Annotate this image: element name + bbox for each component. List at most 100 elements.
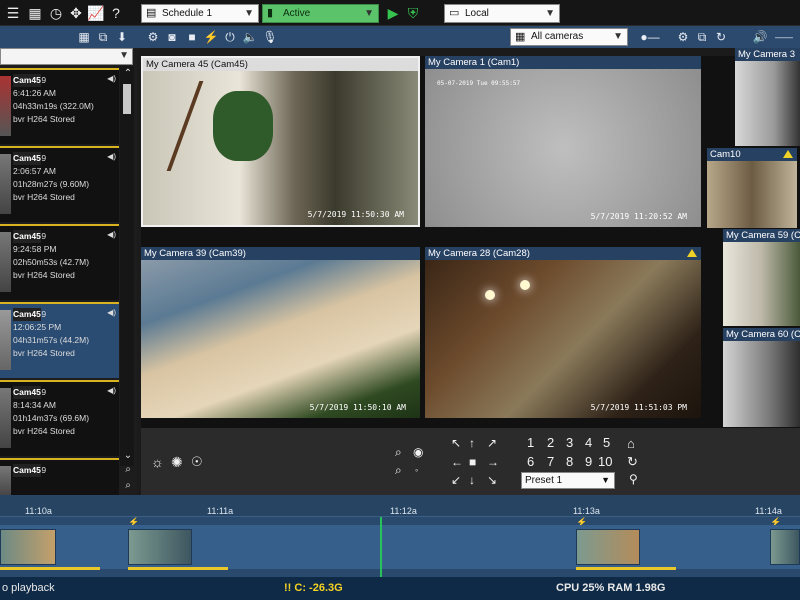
- preset-button[interactable]: 10: [598, 454, 612, 469]
- timeline-track[interactable]: [0, 525, 800, 570]
- clip-item[interactable]: Cam45 5/6/2019 8:14:34 AM 01h14m37s (69.…: [0, 380, 119, 456]
- stats-chart-icon[interactable]: 📈: [87, 4, 105, 22]
- volume-icon[interactable]: 🔊: [752, 28, 768, 46]
- menu-list-icon[interactable]: ☰: [4, 4, 22, 22]
- disk-warning[interactable]: !! C: -26.3G: [284, 577, 343, 600]
- preset-button[interactable]: 9: [585, 454, 592, 469]
- clip-camera: Cam45: [13, 230, 41, 243]
- pan-down-left-icon[interactable]: ↙: [451, 473, 461, 487]
- chevron-down-icon: ▼: [244, 8, 254, 19]
- scroll-down-icon[interactable]: ⌄: [122, 450, 134, 461]
- clip-filter-dropdown[interactable]: ▼: [0, 48, 133, 65]
- camera-tile-cam28[interactable]: My Camera 28 (Cam28) 5/7/2019 11:51:03 P…: [425, 247, 701, 418]
- preset-button[interactable]: 4: [585, 435, 592, 450]
- timeline-clip-thumbnail[interactable]: [770, 529, 800, 565]
- camera-group-dropdown[interactable]: ▦ All cameras ▼: [510, 28, 628, 46]
- copy-icon[interactable]: ⧉: [694, 28, 710, 46]
- preset-dropdown[interactable]: Preset 1 ▼: [521, 472, 615, 489]
- location-pin-icon[interactable]: ⚲: [629, 472, 638, 486]
- record-icon[interactable]: ■: [184, 28, 200, 46]
- camera-snapshot-icon[interactable]: ◙: [164, 28, 180, 46]
- preset-button[interactable]: 3: [566, 435, 573, 450]
- preset-button[interactable]: 1: [527, 435, 534, 450]
- status-dropdown[interactable]: ▮ Active ▼: [262, 4, 379, 23]
- clip-item[interactable]: Cam45 5/5/2019: [0, 458, 119, 496]
- camera-tile-cam59[interactable]: My Camera 59 (C: [723, 229, 800, 326]
- clip-item[interactable]: Cam45 5/7/2019 6:41:26 AM 04h33m19s (322…: [0, 68, 119, 144]
- power-icon[interactable]: ⏻: [222, 28, 238, 46]
- play-icon[interactable]: ▶: [384, 4, 402, 22]
- volume-slider[interactable]: ——: [772, 28, 796, 46]
- move-icon[interactable]: ✥: [67, 4, 85, 22]
- camera-tile-cam3[interactable]: My Camera 3: [735, 48, 800, 146]
- ptz-home-icon[interactable]: ■: [469, 455, 476, 469]
- camera-title: My Camera 59 (C: [723, 229, 800, 242]
- mute-icon[interactable]: 🔈: [242, 28, 258, 46]
- focus-icon[interactable]: ◦: [415, 465, 418, 475]
- refresh-icon[interactable]: ↻: [627, 454, 638, 470]
- download-icon[interactable]: ⬇: [114, 28, 130, 46]
- microphone-icon[interactable]: 🎙: [262, 28, 278, 46]
- camera-tile-cam45[interactable]: My Camera 45 (Cam45) 5/7/2019 11:50:30 A…: [141, 56, 420, 227]
- timeline-clip-thumbnail[interactable]: [128, 529, 192, 565]
- scroll-up-icon[interactable]: ⌃: [122, 68, 134, 79]
- brightness-icon[interactable]: ☼: [151, 454, 164, 470]
- timeline-clip-thumbnail[interactable]: [576, 529, 640, 565]
- clip-item[interactable]: Cam45 5/7/2019 2:06:57 AM 01h28m27s (9.6…: [0, 146, 119, 222]
- help-icon[interactable]: ?: [107, 4, 125, 22]
- timeline-ruler[interactable]: 11:10a 11:11a 11:12a 11:13a 11:14a: [0, 495, 800, 517]
- copy-icon[interactable]: ⧉: [95, 28, 111, 46]
- preset-button[interactable]: 6: [527, 454, 534, 469]
- clip-list-scrollbar[interactable]: [120, 66, 134, 466]
- preset-button[interactable]: 8: [566, 454, 573, 469]
- zoom-slider-icon[interactable]: ●—: [636, 28, 664, 46]
- server-dropdown[interactable]: ▭ Local ▼: [444, 4, 560, 23]
- preset-button[interactable]: 5: [603, 435, 610, 450]
- timeline-playhead[interactable]: [380, 517, 382, 577]
- camera-tile-cam60[interactable]: My Camera 60 (C: [723, 328, 800, 427]
- audio-icon: ◀): [107, 152, 116, 161]
- pan-right-icon[interactable]: →: [487, 455, 499, 469]
- camera-tile-cam1[interactable]: My Camera 1 (Cam1) 05-07-2019 Tue 09:55:…: [425, 56, 701, 227]
- camera-tile-cam10[interactable]: Cam10: [707, 148, 797, 228]
- refresh-icon[interactable]: ↻: [713, 28, 729, 46]
- search-icon[interactable]: ⌕: [122, 464, 134, 475]
- clips-icon[interactable]: ▦: [26, 4, 44, 22]
- pan-up-left-icon[interactable]: ↖: [451, 436, 461, 450]
- status-hint: o playback: [2, 582, 55, 594]
- scrollbar-thumb[interactable]: [123, 84, 131, 114]
- pan-up-icon[interactable]: ↑: [469, 436, 475, 450]
- preset-button[interactable]: 7: [547, 454, 554, 469]
- trigger-bolt-icon[interactable]: ⚡: [203, 28, 219, 46]
- contrast-icon[interactable]: ✺: [171, 454, 183, 471]
- pan-up-right-icon[interactable]: ↗: [487, 436, 497, 450]
- zoom-out-icon[interactable]: ⌕: [122, 480, 134, 491]
- clip-time: 8:14:34 AM: [13, 400, 57, 410]
- home-icon[interactable]: ⌂: [627, 436, 635, 451]
- zoom-out-icon[interactable]: ⌕: [395, 463, 402, 478]
- pan-left-icon[interactable]: ←: [451, 455, 463, 469]
- camera-timestamp: 5/7/2019 11:50:10 AM: [309, 403, 406, 412]
- schedule-dropdown[interactable]: ▤ Schedule 1 ▼: [141, 4, 259, 23]
- clip-item-selected[interactable]: Cam45 5/6/2019 12:06:25 PM 04h31m57s (44…: [0, 302, 119, 378]
- timeline[interactable]: 11:10a 11:11a 11:12a 11:13a 11:14a ⚡ ⚡ ⚡: [0, 495, 800, 577]
- light-bulb-icon[interactable]: ☉: [191, 454, 203, 470]
- zoom-in-icon[interactable]: ⌕: [395, 445, 402, 460]
- eye-icon[interactable]: ◉: [413, 445, 423, 459]
- clock-icon[interactable]: ◷: [47, 4, 65, 22]
- preset-button[interactable]: 2: [547, 435, 554, 450]
- shield-icon[interactable]: ⛨: [404, 4, 422, 22]
- clip-item[interactable]: Cam45 5/6/2019 9:24:58 PM 02h50m53s (42.…: [0, 224, 119, 300]
- gear-icon[interactable]: ⚙: [675, 28, 691, 46]
- gear-icon[interactable]: ⚙: [145, 28, 161, 46]
- calendar-icon[interactable]: ▦: [76, 28, 92, 46]
- timeline-clip-thumbnail[interactable]: [0, 529, 56, 565]
- pan-down-right-icon[interactable]: ↘: [487, 473, 497, 487]
- audio-icon: ◀): [107, 74, 116, 83]
- grid-icon: ▦: [515, 31, 526, 43]
- clip-info: bvr H264 Stored: [13, 114, 75, 124]
- blue-iris-window: ☰ ▦ ◷ ✥ 📈 ? ▤ Schedule 1 ▼ ▮ Active ▼ ▶ …: [0, 0, 800, 600]
- time-tick-label: 11:11a: [207, 506, 234, 516]
- camera-tile-cam39[interactable]: My Camera 39 (Cam39) 5/7/2019 11:50:10 A…: [141, 247, 420, 418]
- pan-down-icon[interactable]: ↓: [469, 473, 475, 487]
